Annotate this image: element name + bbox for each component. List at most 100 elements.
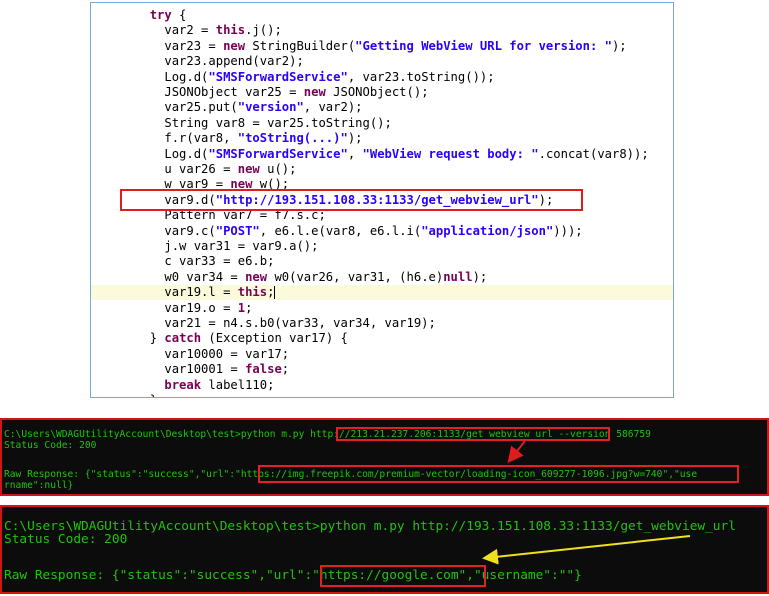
code-line: var10000 = var17; <box>91 347 673 362</box>
code-line: Log.d("SMSForwardService", var23.toStrin… <box>91 70 673 85</box>
code-text: j.w var31 = var9.a(); <box>164 239 319 253</box>
code-line: var19.o = 1; <box>91 301 673 316</box>
code-text: StringBuilder( <box>245 38 356 53</box>
code-text: w0 var34 = <box>164 269 246 284</box>
code-text: , var23.toString()); <box>347 69 495 84</box>
code-line: c var33 = e6.b; <box>91 254 673 269</box>
terminal-2-response: Raw Response: {"status":"success","url":… <box>4 568 582 583</box>
text-cursor <box>274 286 276 300</box>
code-line: break label110; <box>91 378 673 393</box>
code-text: ))); <box>553 223 583 238</box>
code-text: u(); <box>259 162 297 176</box>
code-text: String var8 = var25.toString(); <box>164 115 392 130</box>
code-text: ; <box>245 300 253 315</box>
code-text: JSONObject(); <box>325 85 429 99</box>
code-line: try { <box>91 8 673 23</box>
code-text: .j(); <box>245 23 282 38</box>
code-line: } catch (Exception var17) { <box>91 331 673 346</box>
code-text: { <box>171 8 187 22</box>
code-keyword: null <box>443 269 473 284</box>
code-text: ); <box>472 269 488 284</box>
terminal-window-1: C:\Users\WDAGUtilityAccount\Desktop\test… <box>0 418 769 496</box>
code-text: ; <box>267 285 275 300</box>
code-line: Log.d("SMSForwardService", "WebView requ… <box>91 147 673 162</box>
code-text: Log.d( <box>164 69 209 84</box>
code-line: var23.append(var2); <box>91 54 673 69</box>
code-line: j.w var31 = var9.a(); <box>91 239 673 254</box>
code-keyword: new <box>223 38 246 53</box>
code-text: Log.d( <box>164 146 209 161</box>
code-string: "SMSForwardService" <box>208 146 348 161</box>
code-line: String var8 = var25.toString(); <box>91 116 673 131</box>
code-line: var19.l = this; <box>91 285 673 301</box>
code-string: "version" <box>237 100 304 115</box>
code-string: "application/json" <box>421 223 554 238</box>
code-text: var19.l = <box>164 285 238 300</box>
code-editor: try { var2 = this.j(); var23 = new Strin… <box>90 2 674 398</box>
code-text: ); <box>347 131 363 146</box>
terminal-2-status: Status Code: 200 <box>4 532 128 547</box>
code-text: c var33 = e6.b; <box>164 254 275 269</box>
code-keyword: this <box>237 285 268 300</box>
code-line: var21 = n4.s.b0(var33, var34, var19); <box>91 316 673 331</box>
code-keyword: this <box>215 23 246 38</box>
code-text: , var2); <box>303 100 363 115</box>
code-string: "WebView request body: " <box>362 146 539 161</box>
code-line: } <box>91 393 673 397</box>
code-text: , e6.l.e(var8, e6.l.i( <box>259 223 422 238</box>
code-keyword: new <box>237 162 260 176</box>
terminal-1-status: Status Code: 200 <box>4 440 97 451</box>
code-text: w0(var26, var31, (h6.e) <box>267 269 444 284</box>
code-text: var23.append(var2); <box>164 54 304 69</box>
code-line: var10001 = false; <box>91 362 673 377</box>
code-text: } <box>150 393 157 397</box>
code-keyword: new <box>303 85 326 99</box>
code-text: ; <box>281 362 290 377</box>
code-string: "SMSForwardService" <box>208 69 348 84</box>
code-keyword: break <box>164 377 202 392</box>
code-keyword: catch <box>164 331 202 346</box>
code-text: var10000 = var17; <box>164 346 290 361</box>
code-string: "POST" <box>215 223 260 238</box>
code-text: var23 = <box>164 38 224 53</box>
code-text: , <box>347 146 363 161</box>
highlight-box-response-url <box>258 465 739 483</box>
highlight-box-webview-url <box>120 189 583 211</box>
code-text: var19.o = <box>164 300 238 315</box>
code-keyword: 1 <box>237 300 246 315</box>
code-string: "toString(...)" <box>237 131 348 146</box>
code-line: f.r(var8, "toString(...)"); <box>91 131 673 146</box>
code-line: u var26 = new u(); <box>91 162 673 177</box>
terminal-1-response-cont: rname":null} <box>4 480 74 491</box>
code-text: ); <box>611 38 627 53</box>
highlight-box-c2-url <box>336 427 610 441</box>
code-text: var2 = <box>164 23 216 38</box>
code-text: var25.put( <box>164 100 238 115</box>
code-text: var21 = n4.s.b0(var33, var34, var19); <box>164 316 436 330</box>
code-text: .concat(var8)); <box>538 146 649 161</box>
terminal-window-2: C:\Users\WDAGUtilityAccount\Desktop\test… <box>0 505 769 594</box>
